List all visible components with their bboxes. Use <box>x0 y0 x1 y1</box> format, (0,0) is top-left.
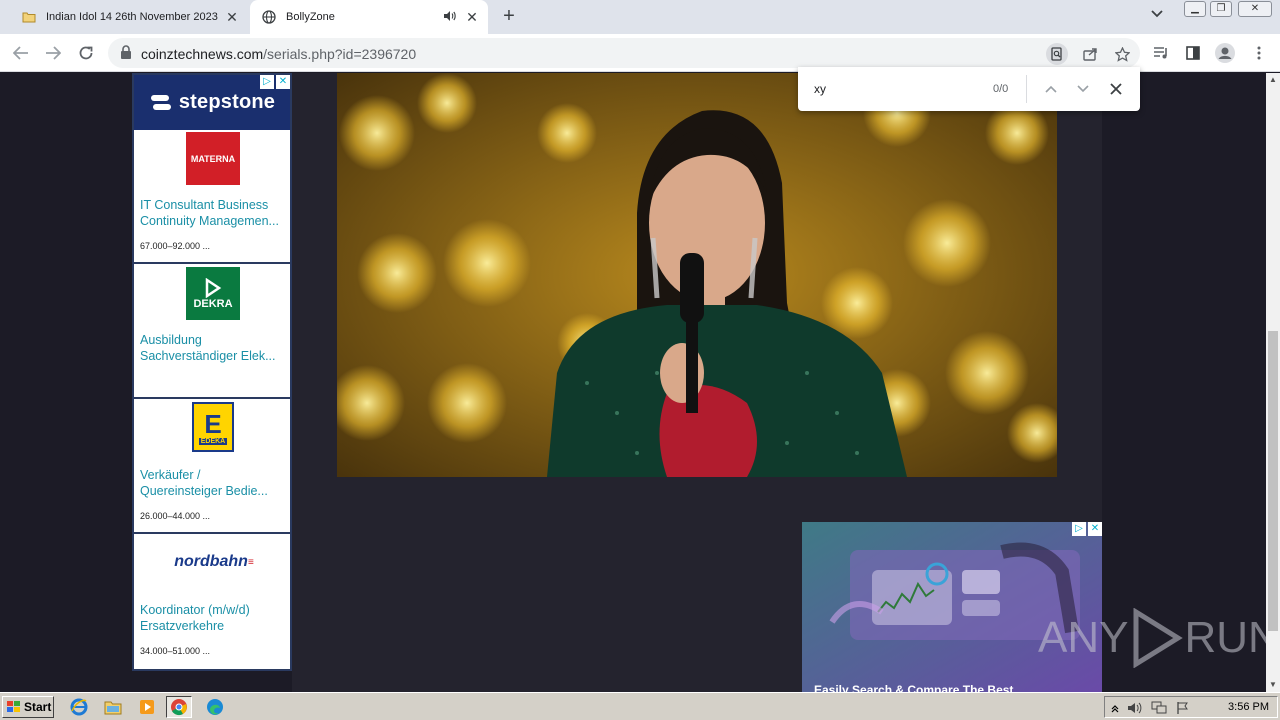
system-tray: 3:56 PM <box>1104 696 1278 718</box>
job-title-line: Verkäufer / <box>140 468 201 482</box>
new-tab-plus-icon[interactable]: + <box>498 6 520 27</box>
ad-close-icon[interactable]: ✕ <box>276 75 290 89</box>
tab-bollyzone[interactable]: BollyZone ✕ <box>250 0 488 34</box>
adchoices-icon[interactable]: ▷ <box>260 75 274 89</box>
chevron-down-icon[interactable] <box>1150 8 1170 26</box>
network-icon[interactable] <box>1151 700 1167 716</box>
start-button[interactable]: Start <box>2 696 54 718</box>
job-listing[interactable]: E EDEKA Verkäufer / Quereinsteiger Bedie… <box>134 400 290 534</box>
minimize-icon[interactable]: ▁ <box>1184 1 1206 17</box>
job-ad-banner[interactable]: stepstone ▷ ✕ MATERNA IT Consultant Busi… <box>132 73 292 671</box>
find-separator <box>1026 75 1027 103</box>
find-close-icon[interactable] <box>1106 79 1126 99</box>
video-player[interactable] <box>337 73 1057 477</box>
tab-close-icon[interactable]: ✕ <box>224 9 240 25</box>
url-path: /serials.php?id=2396720 <box>263 46 417 62</box>
chrome-icon[interactable] <box>166 696 192 718</box>
scroll-up-arrow-icon[interactable]: ▲ <box>1266 73 1280 87</box>
job-listing[interactable]: nordbahn ≡ Koordinator (m/w/d) Ersatzverk… <box>134 535 290 669</box>
nordbahn-logo-text: nordbahn <box>174 553 248 570</box>
scroll-down-arrow-icon[interactable]: ▼ <box>1266 678 1280 692</box>
share-icon[interactable] <box>1079 43 1101 65</box>
back-arrow-icon[interactable] <box>10 42 32 64</box>
ad-headline: Easily Search & Compare The Best <box>814 683 1014 692</box>
tab-indian-idol[interactable]: Indian Idol 14 26th November 2023 V ✕ <box>10 0 248 34</box>
job-title-line: Ersatzverkehre <box>140 619 225 633</box>
edeka-e-icon: E <box>204 408 222 439</box>
url-domain: coinztechnews.com <box>141 46 264 62</box>
media-player-icon[interactable] <box>134 696 160 718</box>
job-title-line: IT Consultant Business <box>140 198 269 212</box>
nordbahn-logo: nordbahn ≡ <box>154 545 274 579</box>
media-control-icon[interactable] <box>1150 42 1172 64</box>
job-title: Ausbildung Sachverständiger Elek... <box>140 332 288 364</box>
job-listing[interactable]: MATERNA IT Consultant Business Continuit… <box>134 130 290 264</box>
volume-icon[interactable] <box>1127 700 1143 716</box>
edge-icon[interactable] <box>202 696 228 718</box>
page-scrollbar[interactable]: ▲ ▼ <box>1266 73 1280 692</box>
edeka-logo-text: EDEKA <box>198 437 228 445</box>
windows-flag-icon <box>7 701 20 712</box>
side-panel-icon[interactable] <box>1182 42 1204 64</box>
dekra-logo: DEKRA <box>186 267 240 320</box>
tab-title: Indian Idol 14 26th November 2023 V <box>46 11 221 23</box>
tab-close-icon[interactable]: ✕ <box>464 9 480 25</box>
ad-brand: stepstone <box>178 91 276 113</box>
job-title: Koordinator (m/w/d) Ersatzverkehre <box>140 602 288 634</box>
anyrun-watermark: ANY RUN <box>1038 608 1280 668</box>
speaker-icon[interactable] <box>443 10 456 25</box>
folder-icon <box>22 10 36 24</box>
windows-taskbar: Start 3:56 PM <box>0 692 1280 720</box>
start-label: Start <box>24 700 52 714</box>
find-next-chevron-down-icon[interactable] <box>1073 79 1093 99</box>
find-in-page-icon[interactable] <box>1046 43 1068 65</box>
job-salary: 26.000–44.000 ... <box>140 511 211 521</box>
internet-explorer-icon[interactable] <box>66 696 92 718</box>
job-title-line: Continuity Managemen... <box>140 214 279 228</box>
find-previous-chevron-up-icon[interactable] <box>1041 79 1061 99</box>
address-bar[interactable]: coinztechnews.com/serials.php?id=2396720 <box>108 38 1140 68</box>
kebab-menu-icon[interactable] <box>1248 42 1270 64</box>
find-bar: xy 0/0 <box>798 67 1140 111</box>
job-title: Verkäufer / Quereinsteiger Bedie... <box>140 467 288 499</box>
tab-title: BollyZone <box>286 11 335 23</box>
job-listing[interactable]: DEKRA Ausbildung Sachverständiger Elek..… <box>134 265 290 399</box>
adchoices-icon[interactable]: ▷ <box>1072 522 1086 536</box>
job-title-line: Ausbildung <box>140 333 202 347</box>
bookmark-star-icon[interactable] <box>1111 43 1133 65</box>
job-title-line: Sachverständiger Elek... <box>140 349 276 363</box>
lock-icon[interactable] <box>120 45 134 61</box>
file-explorer-icon[interactable] <box>100 696 126 718</box>
find-result-count: 0/0 <box>993 83 1009 95</box>
nordbahn-stripes-icon: ≡ <box>247 556 254 568</box>
action-center-flag-icon[interactable] <box>1175 700 1191 716</box>
edeka-logo: E EDEKA <box>192 402 234 452</box>
restore-icon[interactable]: ❐ <box>1210 1 1232 17</box>
taskbar-clock: 3:56 PM <box>1228 701 1269 713</box>
find-input[interactable]: xy <box>814 82 826 96</box>
ad-close-icon[interactable]: ✕ <box>1088 522 1102 536</box>
job-title-line: Koordinator (m/w/d) <box>140 603 250 617</box>
play-triangle-icon <box>1133 608 1184 668</box>
dekra-triangle-icon <box>205 277 222 298</box>
url-text: coinztechnews.com/serials.php?id=2396720 <box>141 46 416 62</box>
materna-logo: MATERNA <box>186 132 240 185</box>
tab-strip: Indian Idol 14 26th November 2023 V ✕ Bo… <box>0 0 1280 34</box>
job-title-line: Quereinsteiger Bedie... <box>140 484 268 498</box>
reload-icon[interactable] <box>75 42 97 64</box>
scroll-thumb[interactable] <box>1268 331 1278 631</box>
job-salary: 67.000–92.000 ... <box>140 241 211 251</box>
job-title: IT Consultant Business Continuity Manage… <box>140 197 288 229</box>
forward-arrow-icon[interactable] <box>42 42 64 64</box>
show-hidden-icons-chevron-icon[interactable] <box>1107 700 1123 716</box>
dekra-logo-text: DEKRA <box>193 297 233 310</box>
profile-avatar-icon[interactable] <box>1214 42 1236 64</box>
stepstone-logo-icon <box>150 94 171 110</box>
job-salary: 34.000–51.000 ... <box>140 646 211 656</box>
window-close-icon[interactable]: ✕ <box>1238 1 1272 17</box>
watermark-left-text: ANY <box>1038 613 1129 662</box>
globe-icon <box>262 10 276 24</box>
